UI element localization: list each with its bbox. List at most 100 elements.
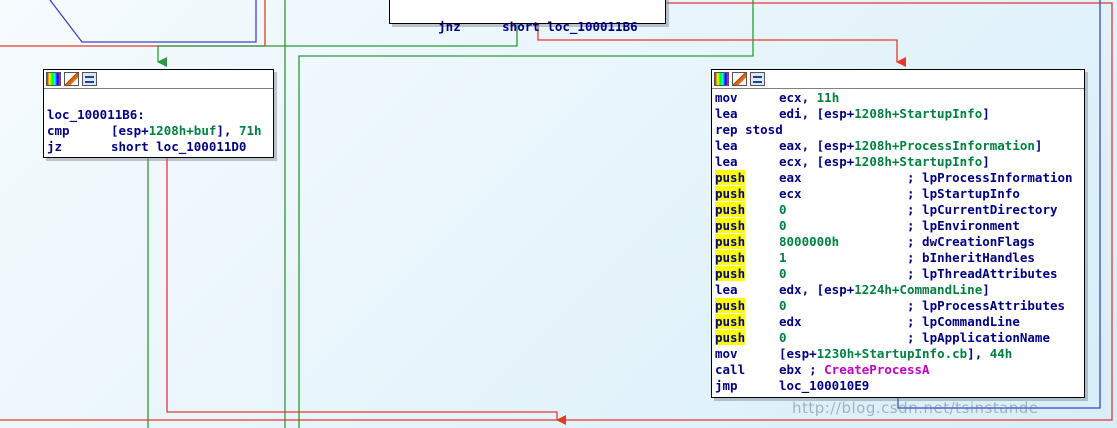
mnemonic: push [715, 234, 779, 250]
comment: ; lpCurrentDirectory [907, 202, 1058, 217]
instruction-line: push 0 ; lpCurrentDirectory [715, 202, 1084, 218]
mnemonic: push [715, 218, 779, 234]
edge-red-left [0, 0, 266, 47]
mnemonic-highlight: push [715, 218, 746, 233]
operand-part: edx [779, 314, 802, 329]
operand-part: 44h [989, 346, 1013, 361]
mnemonic: jz [47, 139, 63, 154]
comment: ; lpApplicationName [907, 330, 1050, 345]
instruction-line: push 8000000h ; dwCreationFlags [715, 234, 1084, 250]
block-label: loc_100011B6: [47, 107, 145, 122]
operand-part: [esp+ [779, 346, 817, 361]
watermark: http://blog.csdn.net/tsinstande [792, 399, 1039, 417]
comment: ; bInheritHandles [907, 250, 1035, 265]
instruction-line: mov [esp+1230h+StartupInfo.cb], 44h [715, 346, 1084, 362]
mnemonic-highlight: push [715, 330, 746, 345]
graph-overview-icon[interactable] [750, 72, 765, 86]
rename-icon[interactable] [64, 72, 79, 86]
comment: ; lpCommandLine [907, 314, 1020, 329]
mnemonic-highlight: push [715, 298, 746, 313]
instruction-line: push ecx ; lpStartupInfo [715, 186, 1084, 202]
operand: short loc_100011B6 [502, 19, 638, 34]
mnemonic-highlight: push [715, 170, 746, 185]
operand-part: 71h [238, 123, 262, 138]
mnemonic: push [715, 250, 779, 266]
operand-part: ] [982, 282, 990, 297]
instruction-line: jz short loc_100011D0 [47, 139, 273, 155]
instruction-line: push 0 ; lpApplicationName [715, 330, 1084, 346]
color-palette-icon[interactable] [46, 72, 61, 86]
comment: ; lpThreadAttributes [907, 266, 1058, 281]
operand-part: 0 [779, 330, 787, 345]
mnemonic: push [715, 266, 779, 282]
operand-part: loc_100010E9 [779, 378, 870, 393]
mnemonic: lea [715, 106, 738, 121]
graph-overview-icon[interactable] [82, 72, 97, 86]
code-block-createprocess[interactable]: mov ecx, 11h lea edi, [esp+1208h+StartupInf… [711, 69, 1085, 398]
node-toolbar [712, 70, 1084, 89]
instruction-line: call ebx ; CreateProcessA [715, 362, 1084, 378]
mnemonic: lea [715, 138, 738, 153]
mnemonic: push [715, 186, 779, 202]
operand-part: 1230h [816, 346, 855, 361]
instruction-line: push 1 ; bInheritHandles [715, 250, 1084, 266]
comment: ; lpProcessInformation [907, 170, 1073, 185]
operand-part: edx, [esp+ [779, 282, 855, 297]
operand-part: edi, [esp+ [779, 106, 855, 121]
operand-part: ] [982, 154, 990, 169]
mnemonic: lea [715, 282, 738, 297]
instruction-line: push 0 ; lpThreadAttributes [715, 266, 1084, 282]
operand-part: +StartupInfo.cb [854, 346, 968, 361]
edge-red-jz [166, 158, 566, 425]
mnemonic: push [715, 298, 779, 314]
comment: ; lpProcessAttributes [907, 298, 1066, 313]
operand-part: +buf [186, 123, 217, 138]
mnemonic: lea [715, 154, 738, 169]
mnemonic: mov [715, 346, 738, 361]
operand-part: 8000000h [779, 234, 840, 249]
api-function-name: CreateProcessA [824, 362, 930, 377]
color-palette-icon[interactable] [714, 72, 729, 86]
operand-part: ] [982, 106, 990, 121]
operand-part: 1224h [854, 282, 892, 297]
operand-part: +ProcessInformation [891, 138, 1035, 153]
operand-part: ecx [779, 186, 802, 201]
rename-icon[interactable] [732, 72, 747, 86]
operand-part: 0 [779, 202, 787, 217]
instruction-line: lea eax, [esp+1208h+ProcessInformation] [715, 138, 1084, 154]
operand-part: +StartupInfo [891, 154, 983, 169]
operand-part: [esp+ [111, 123, 149, 138]
operand-part: eax [779, 170, 802, 185]
mnemonic: cmp [47, 123, 70, 138]
operand-part: 1208h [854, 138, 892, 153]
instruction-line: lea edx, [esp+1224h+CommandLine] [715, 282, 1084, 298]
instruction-line: push 0 ; lpEnvironment [715, 218, 1084, 234]
comment: ; lpStartupInfo [907, 186, 1020, 201]
instruction-line: lea edi, [esp+1208h+StartupInfo] [715, 106, 1084, 122]
operand-part: ecx, [esp+ [779, 154, 855, 169]
mnemonic: jnz [438, 19, 461, 34]
node-toolbar [44, 70, 273, 89]
instruction-line: jmp loc_100010E9 [715, 378, 1084, 394]
edge-blue-1 [49, 0, 257, 43]
operand-part: ebx ; [779, 362, 825, 377]
operand-part: 1208h [148, 123, 187, 138]
code-block-top[interactable]: jnz short loc_100011B6 [389, 0, 666, 34]
mnemonic-highlight: push [715, 266, 746, 281]
instruction-line: rep stosd [715, 122, 1084, 138]
mnemonic-highlight: push [715, 186, 746, 201]
operand-part: ], [216, 123, 239, 138]
mnemonic: jmp [715, 378, 738, 393]
operand-part: 1208h [854, 154, 892, 169]
code-block-loc-100011B6[interactable]: loc_100011B6: cmp [esp+1208h+buf], 71h jz s… [43, 69, 274, 158]
operand-part: 1 [779, 250, 787, 265]
instruction-line: lea ecx, [esp+1208h+StartupInfo] [715, 154, 1084, 170]
mnemonic: push [715, 170, 779, 186]
mnemonic: mov [715, 90, 738, 105]
instruction-line: cmp [esp+1208h+buf], 71h [47, 123, 273, 139]
mnemonic-highlight: push [715, 202, 746, 217]
edge-green-c [298, 0, 754, 428]
mnemonic: push [715, 330, 779, 346]
operand-part: ], [967, 346, 990, 361]
operand-part: 0 [779, 266, 787, 281]
